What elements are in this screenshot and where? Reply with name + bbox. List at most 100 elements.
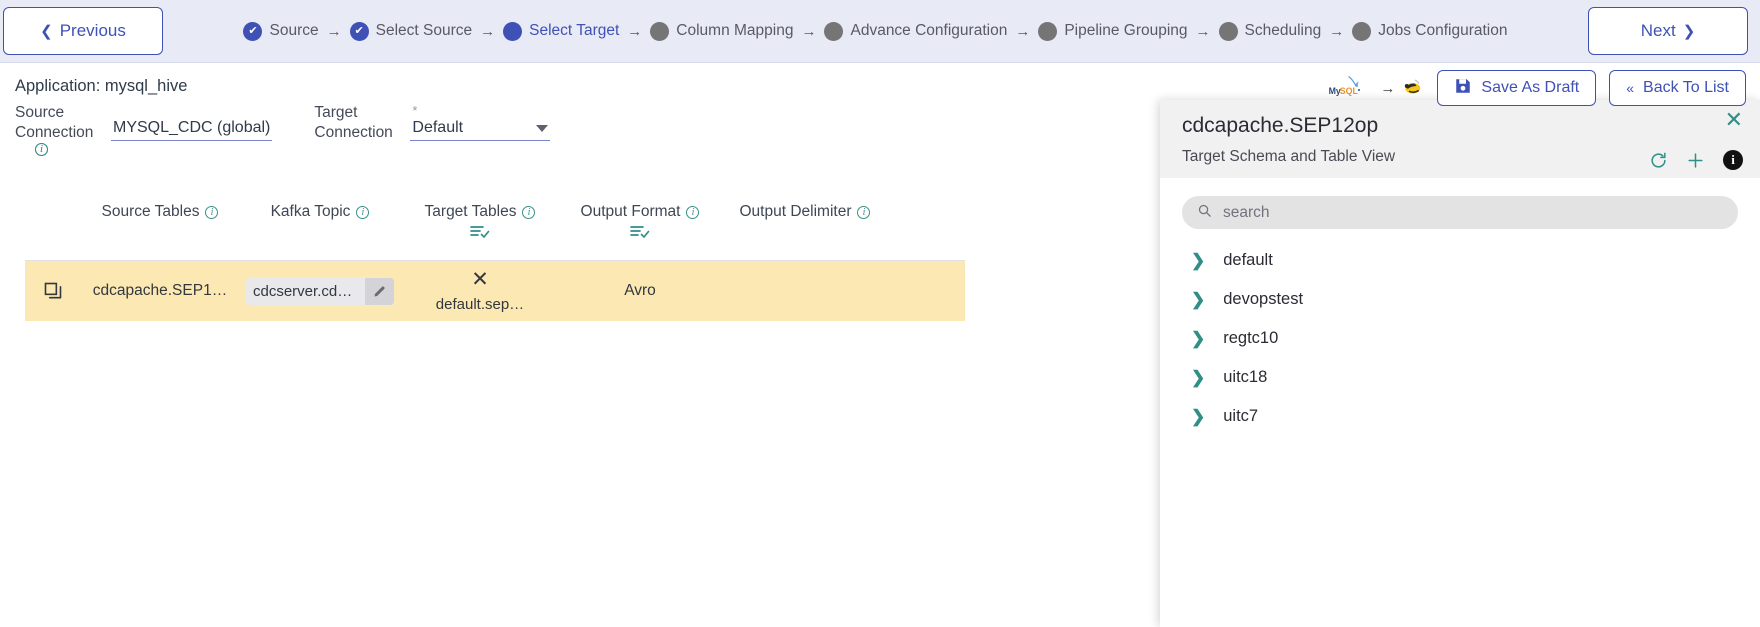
application-title: Application: mysql_hive xyxy=(15,77,188,95)
table-header-row: Source Tables i Kafka Topic i Target Tab… xyxy=(25,203,965,261)
main-content: Application: mysql_hive Source Connectio… xyxy=(0,63,1760,627)
header-actions: My SQL → Save As Draft « Back To List xyxy=(1327,70,1746,106)
svg-text:SQL: SQL xyxy=(1340,86,1359,96)
step-dot-icon xyxy=(503,21,523,41)
source-connection-value: MYSQL_CDC (global) xyxy=(113,119,271,136)
search-box[interactable] xyxy=(1182,196,1738,229)
column-header-output-delimiter: Output Delimiter i xyxy=(720,203,890,221)
table-row[interactable]: cdcapache.SEP1… cdcserver.cdc… ✕ default… xyxy=(25,261,965,321)
save-as-draft-label: Save As Draft xyxy=(1481,79,1580,96)
save-as-draft-button[interactable]: Save As Draft xyxy=(1437,70,1597,106)
source-connection-group: Source Connection MYSQL_CDC (global) i xyxy=(15,99,273,156)
panel-title: cdcapache.SEP12op xyxy=(1182,114,1379,137)
wizard-topbar: ❮ Previous ✔ Source → ✔ Select Source → Select… xyxy=(0,0,1760,63)
step-arrow: → xyxy=(326,22,342,40)
step-arrow: → xyxy=(1195,22,1211,40)
search-input[interactable] xyxy=(1221,202,1723,223)
info-icon[interactable]: i xyxy=(205,205,219,219)
column-header-source-tables: Source Tables i xyxy=(80,203,240,221)
connector-logos: My SQL → xyxy=(1327,73,1424,104)
tree-item-regtc10[interactable]: ❯ regtc10 xyxy=(1182,319,1738,358)
step-dot-icon xyxy=(824,21,844,41)
chevron-right-icon[interactable]: ❯ xyxy=(1191,408,1205,425)
step-dot-icon xyxy=(1352,21,1372,41)
kafka-topic-chip[interactable]: cdcserver.cdc… xyxy=(246,276,394,306)
step-arrow: → xyxy=(801,22,817,40)
source-connection-field[interactable]: MYSQL_CDC (global) xyxy=(111,119,273,141)
save-icon xyxy=(1454,77,1472,100)
tree-item-default[interactable]: ❯ default xyxy=(1182,241,1738,280)
back-to-list-label: Back To List xyxy=(1643,79,1729,96)
tree-item-devopstest[interactable]: ❯ devopstest xyxy=(1182,280,1738,319)
wizard-step-advance-configuration[interactable]: Advance Configuration xyxy=(824,21,1007,41)
target-connection-label: Target Connection xyxy=(314,104,393,141)
tree-item-uitc18[interactable]: ❯ uitc18 xyxy=(1182,358,1738,397)
wizard-step-select-source[interactable]: ✔ Select Source xyxy=(349,21,473,41)
column-label: Output Delimiter xyxy=(739,203,852,220)
wizard-step-jobs-configuration[interactable]: Jobs Configuration xyxy=(1352,21,1508,41)
logo-arrow: → xyxy=(1380,79,1396,97)
tree-item-label: uitc7 xyxy=(1223,407,1259,425)
info-icon[interactable]: i xyxy=(356,205,370,219)
row-copy-icon[interactable] xyxy=(25,281,80,301)
connection-row: Source Connection MYSQL_CDC (global) i T… xyxy=(15,99,551,156)
target-connection-value: Default xyxy=(412,119,464,136)
chevron-right-icon: ❯ xyxy=(1682,22,1696,40)
info-icon[interactable]: i xyxy=(686,205,700,219)
source-connection-label: Source Connection xyxy=(15,104,94,141)
plus-icon[interactable] xyxy=(1686,151,1705,170)
info-icon[interactable]: i xyxy=(857,205,871,219)
target-table-value: default.sep… xyxy=(435,296,525,313)
next-label: Next xyxy=(1640,21,1676,40)
close-icon[interactable]: ✕ xyxy=(471,269,489,290)
panel-toolbar: i xyxy=(1649,150,1743,170)
target-connection-select[interactable]: * Default xyxy=(410,103,551,141)
filter-check-icon[interactable] xyxy=(470,225,490,242)
step-dot-icon xyxy=(1218,21,1238,41)
hive-logo xyxy=(1400,74,1424,103)
step-dot-icon xyxy=(1038,21,1058,41)
chevron-right-icon[interactable]: ❯ xyxy=(1191,330,1205,347)
close-icon[interactable]: ✕ xyxy=(1725,109,1743,131)
pencil-icon[interactable] xyxy=(365,277,394,305)
cell-kafka-topic: cdcserver.cdc… xyxy=(240,276,400,306)
next-button[interactable]: Next ❯ xyxy=(1588,7,1748,55)
previous-button[interactable]: ❮ Previous xyxy=(3,7,163,55)
chevron-right-icon[interactable]: ❯ xyxy=(1191,291,1205,308)
step-label: Select Source xyxy=(375,22,473,39)
tree-item-label: devopstest xyxy=(1223,290,1304,308)
cell-source-table: cdcapache.SEP1… xyxy=(92,282,228,299)
wizard-step-source[interactable]: ✔ Source xyxy=(243,21,319,41)
info-icon[interactable]: i xyxy=(1723,150,1743,170)
step-arrow: → xyxy=(480,22,496,40)
column-label: Target Tables xyxy=(424,203,517,220)
wizard-step-select-target[interactable]: Select Target xyxy=(503,21,619,41)
cell-target-table: ✕ default.sep… xyxy=(400,269,560,313)
info-icon[interactable]: i xyxy=(522,205,536,219)
column-header-output-format: Output Format i xyxy=(560,203,720,242)
wizard-step-column-mapping[interactable]: Column Mapping xyxy=(650,21,793,41)
tree-item-label: default xyxy=(1223,251,1273,269)
target-connection-group: Target Connection * Default i xyxy=(35,99,551,156)
tree-item-uitc7[interactable]: ❯ uitc7 xyxy=(1182,397,1738,436)
chevron-left-icon: ❮ xyxy=(40,22,53,40)
wizard-steps: ✔ Source → ✔ Select Source → Select Target → Col… xyxy=(163,21,1588,41)
search-icon xyxy=(1197,203,1212,223)
filter-check-icon[interactable] xyxy=(630,225,650,242)
required-marker: * xyxy=(412,103,418,118)
target-connection-info-icon[interactable]: i xyxy=(35,143,48,156)
step-check-icon: ✔ xyxy=(349,21,369,41)
tree-item-label: regtc10 xyxy=(1223,329,1279,347)
back-to-list-button[interactable]: « Back To List xyxy=(1609,70,1746,106)
mapping-table: Source Tables i Kafka Topic i Target Tab… xyxy=(25,203,965,321)
cell-output-format: Avro xyxy=(624,282,656,299)
chevron-down-icon xyxy=(536,124,549,132)
column-header-target-tables: Target Tables i xyxy=(400,203,560,242)
previous-label: Previous xyxy=(59,21,126,40)
step-label: Jobs Configuration xyxy=(1378,22,1508,39)
wizard-step-scheduling[interactable]: Scheduling xyxy=(1218,21,1321,41)
chevron-right-icon[interactable]: ❯ xyxy=(1191,252,1205,269)
refresh-icon[interactable] xyxy=(1649,151,1668,170)
chevron-right-icon[interactable]: ❯ xyxy=(1191,369,1205,386)
wizard-step-pipeline-grouping[interactable]: Pipeline Grouping xyxy=(1038,21,1188,41)
